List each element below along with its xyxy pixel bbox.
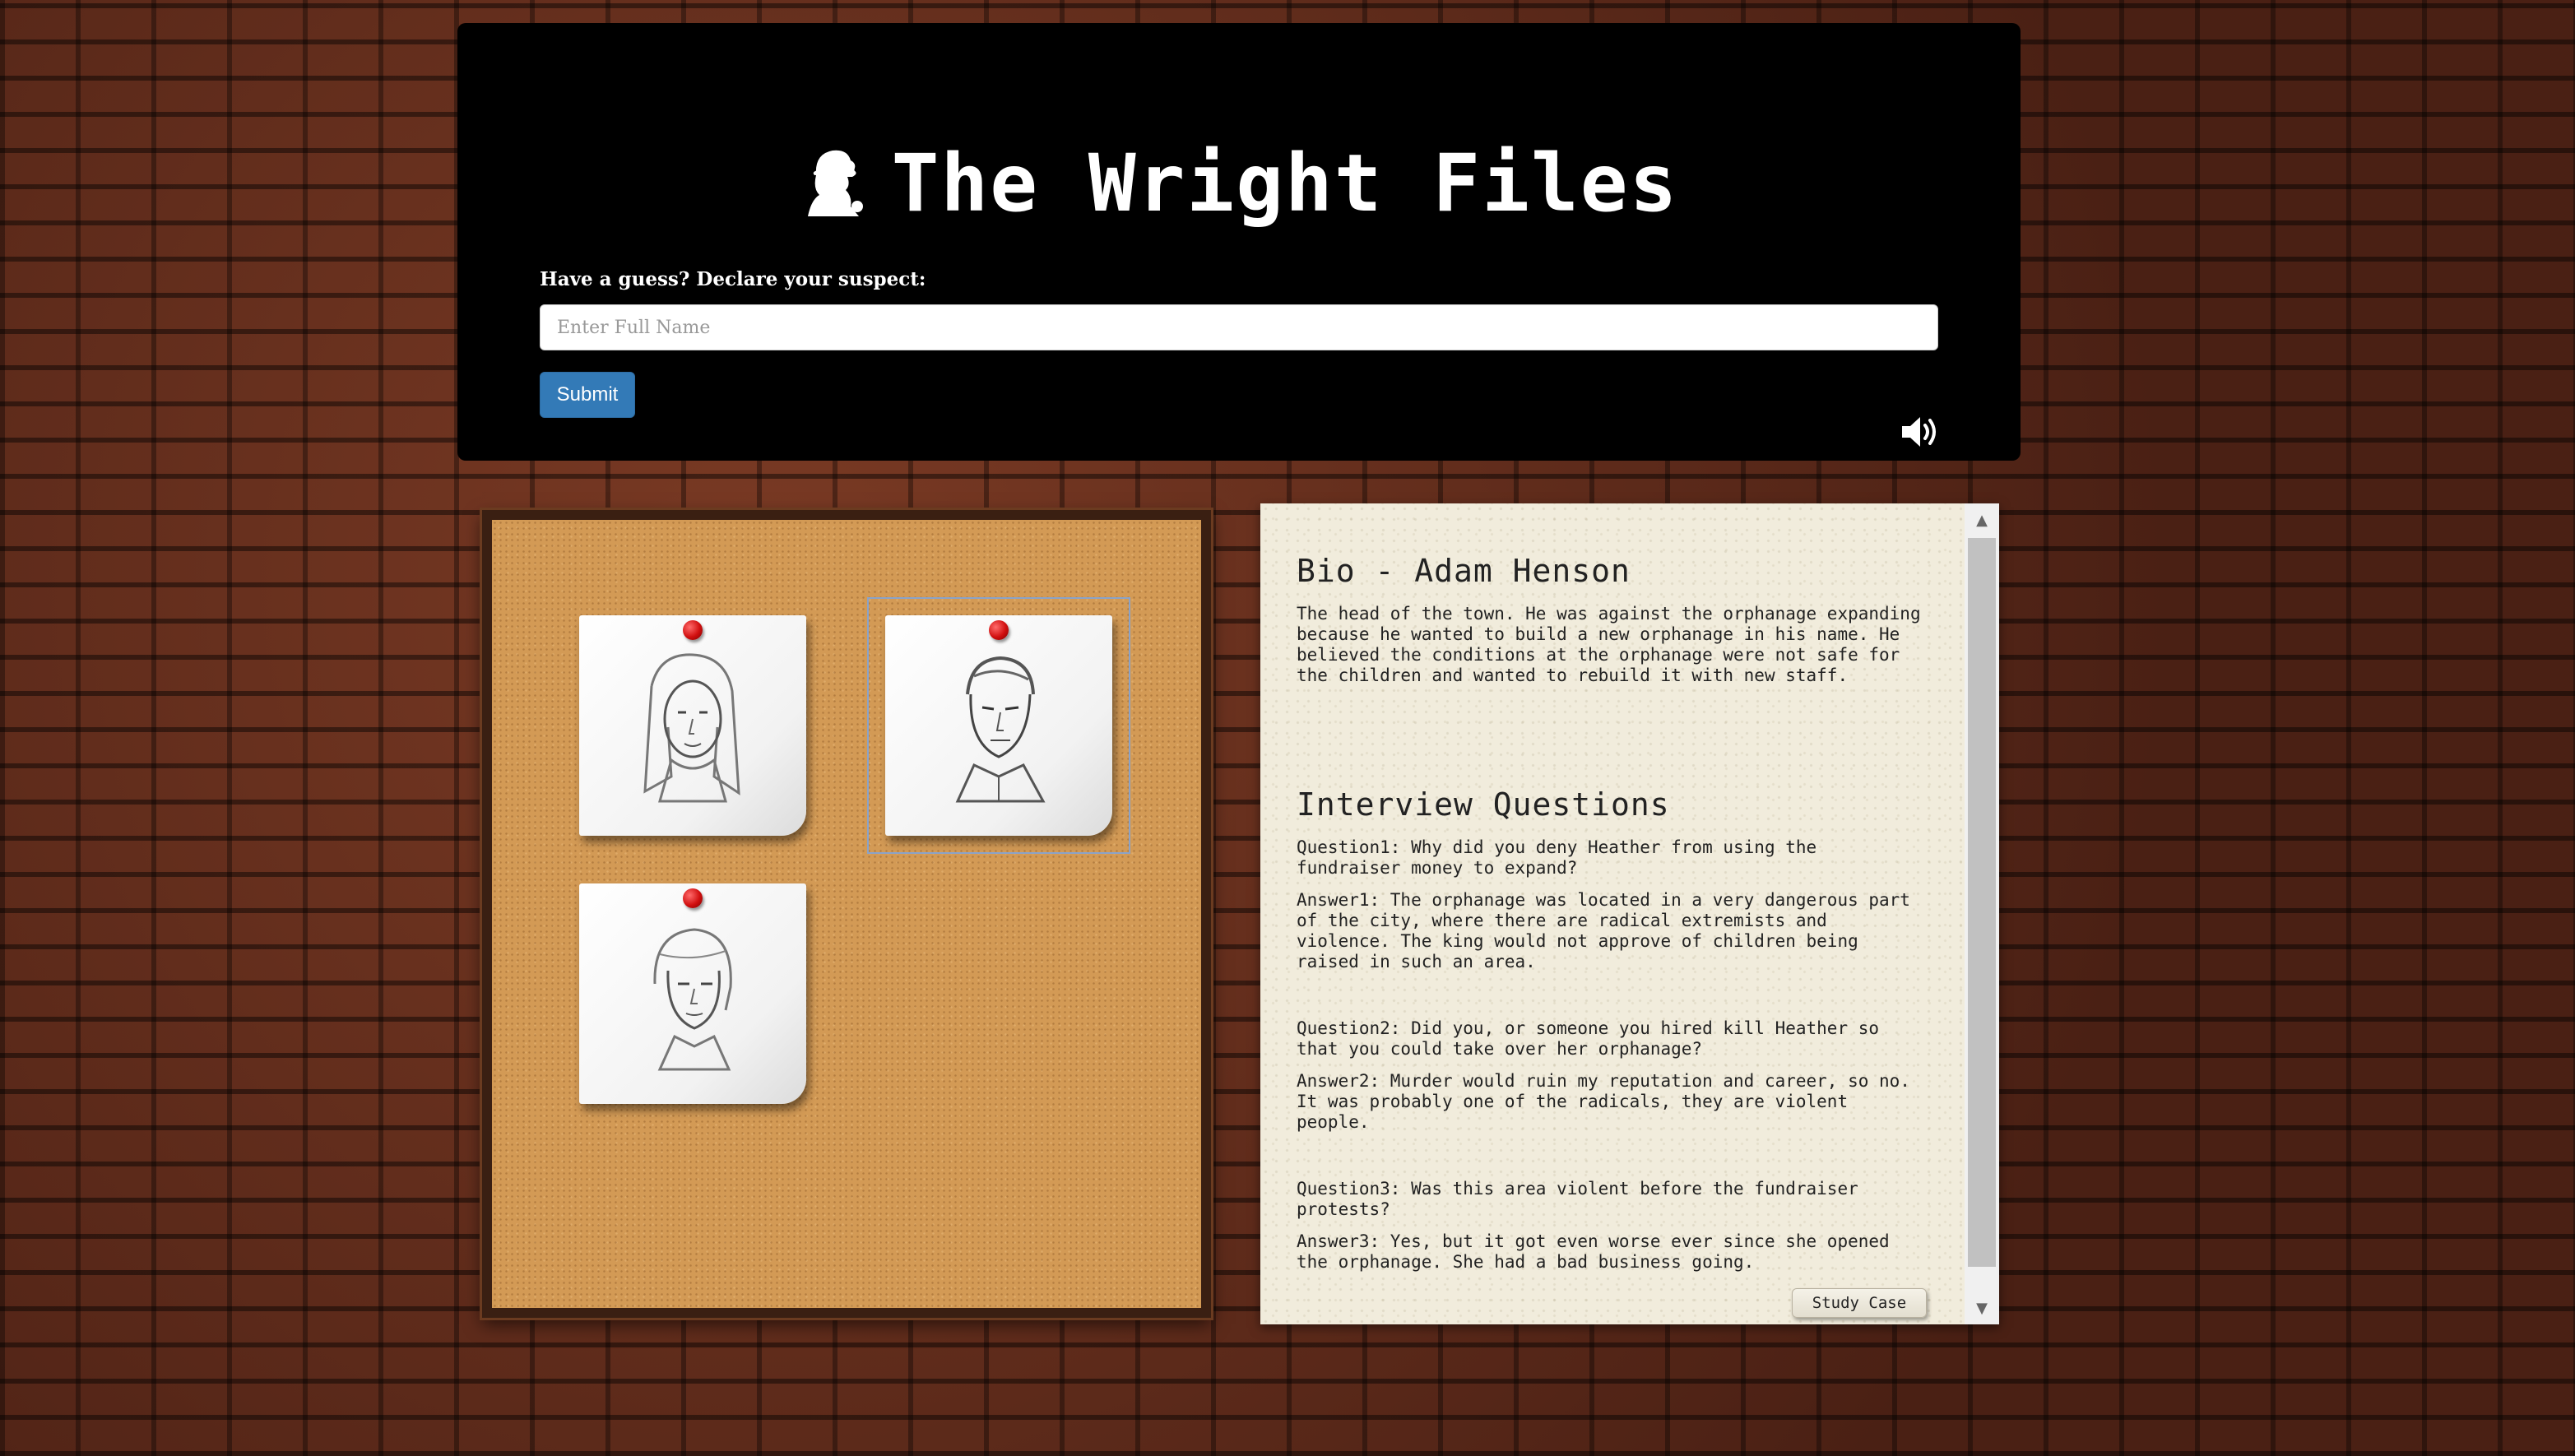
study-case-button[interactable]: Study Case xyxy=(1792,1288,1927,1318)
red-pushpin-icon xyxy=(683,620,703,640)
suspect-card-man-uniform[interactable] xyxy=(867,597,1130,854)
question-text: Question3: Was this area violent before … xyxy=(1297,1179,1858,1219)
question-text: Question1: Why did you deny Heather from… xyxy=(1297,837,1817,878)
volume-icon[interactable] xyxy=(1899,413,1942,451)
guess-label: Have a guess? Declare your suspect: xyxy=(540,268,926,290)
suspect-name-input[interactable] xyxy=(540,304,1938,350)
question-text: Question2: Did you, or someone you hired… xyxy=(1297,1018,1880,1059)
page-title: The Wright Files xyxy=(891,137,1679,230)
scroll-down-arrow-icon[interactable]: ▼ xyxy=(1965,1291,1999,1324)
bio-title: Bio - Adam Henson xyxy=(1297,553,1631,589)
scroll-up-arrow-icon[interactable]: ▲ xyxy=(1965,503,1999,536)
corkboard xyxy=(482,510,1211,1318)
portrait-woman-short-hair xyxy=(653,928,732,1071)
vertical-scrollbar[interactable]: ▲ ▼ xyxy=(1965,503,1999,1324)
title-row: The Wright Files xyxy=(457,130,2021,237)
red-pushpin-icon xyxy=(683,888,703,908)
answer-text: Answer3: Yes, but it got even worse ever… xyxy=(1297,1231,1890,1272)
detective-silhouette-icon xyxy=(800,142,869,225)
suspect-card-woman-long-hair[interactable] xyxy=(579,615,806,836)
portrait-man-uniform xyxy=(955,656,1046,803)
bio-text: The head of the town. He was against the… xyxy=(1297,604,1921,685)
portrait-woman-long-hair xyxy=(643,653,740,803)
header-panel: The Wright Files Have a guess? Declare y… xyxy=(457,23,2021,461)
panel-content: Bio - Adam Henson The head of the town. … xyxy=(1297,553,1930,1284)
red-pushpin-icon xyxy=(989,620,1009,640)
scrollbar-thumb[interactable] xyxy=(1968,538,1996,1267)
answer-text: Answer1: The orphanage was located in a … xyxy=(1297,890,1910,971)
suspect-card-woman-short-hair[interactable] xyxy=(579,883,806,1104)
answer-text: Answer2: Murder would ruin my reputation… xyxy=(1297,1071,1910,1132)
interview-title: Interview Questions xyxy=(1297,786,1670,823)
suspect-info-panel[interactable]: Bio - Adam Henson The head of the town. … xyxy=(1260,503,1999,1324)
submit-button[interactable]: Submit xyxy=(540,372,635,418)
